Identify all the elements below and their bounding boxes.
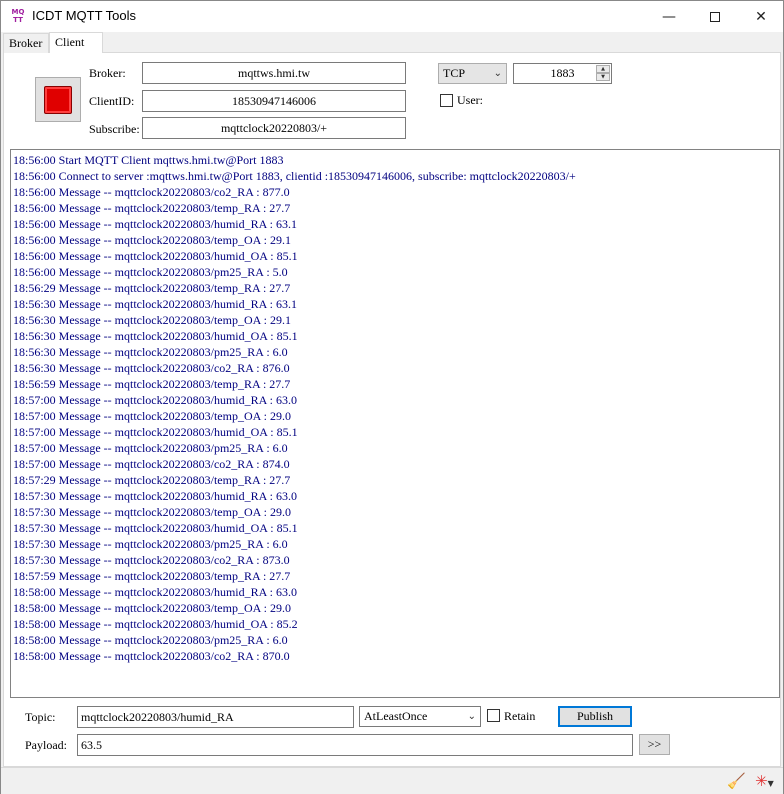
broom-icon[interactable]: 🧹 [727,772,746,790]
log-line: 18:56:00 Message -- mqttclock20220803/co… [13,185,290,199]
app-logo-icon: MQ TT [11,8,25,24]
port-value: 1883 [550,66,575,80]
client-panel: Broker: mqttws.hmi.tw ClientID: 18530947… [3,53,781,767]
log-line: 18:57:30 Message -- mqttclock20220803/co… [13,553,290,567]
log-line: 18:56:30 Message -- mqttclock20220803/co… [13,361,290,375]
close-button[interactable]: ✕ [738,1,784,32]
user-label: User: [457,93,483,107]
spin-up-icon[interactable]: ▲ [596,65,610,73]
minimize-button[interactable]: — [646,1,692,32]
topic-field[interactable]: mqttclock20220803/humid_RA [77,706,354,728]
log-line: 18:56:00 Message -- mqttclock20220803/te… [13,233,291,247]
log-line: 18:58:00 Message -- mqttclock20220803/pm… [13,633,288,647]
retain-checkbox[interactable] [487,709,500,722]
qos-value: AtLeastOnce [364,709,428,723]
chevron-down-icon: ⌄ [493,68,502,79]
log-line: 18:57:00 Message -- mqttclock20220803/hu… [13,393,297,407]
tab-strip: Broker Client [3,32,781,53]
log-line: 18:56:00 Message -- mqttclock20220803/hu… [13,217,297,231]
topic-label: Topic: [25,710,56,724]
log-line: 18:56:00 Start MQTT Client mqttws.hmi.tw… [13,153,284,167]
more-button[interactable]: >> [639,734,670,755]
qos-select[interactable]: AtLeastOnce ⌄ [359,706,481,727]
clientid-label: ClientID: [89,94,135,108]
connect-toggle-button[interactable] [35,77,81,122]
log-line: 18:57:00 Message -- mqttclock20220803/hu… [13,425,298,439]
log-line: 18:58:00 Message -- mqttclock20220803/hu… [13,617,298,631]
log-line: 18:56:30 Message -- mqttclock20220803/te… [13,313,291,327]
port-spin-buttons[interactable]: ▲ ▼ [596,65,610,82]
log-line: 18:57:30 Message -- mqttclock20220803/te… [13,505,291,519]
maximize-button[interactable] [692,1,738,32]
app-window: MQ TT ICDT MQTT Tools — ✕ Broker Client … [0,0,784,794]
status-bar: 🧹 ✳▼ [1,767,783,794]
log-line: 18:56:30 Message -- mqttclock20220803/hu… [13,297,297,311]
log-line: 18:56:00 Message -- mqttclock20220803/te… [13,201,291,215]
log-line: 18:57:30 Message -- mqttclock20220803/pm… [13,537,288,551]
protocol-select[interactable]: TCP ⌄ [438,63,507,84]
tab-client[interactable]: Client [49,32,103,53]
log-line: 18:56:00 Message -- mqttclock20220803/pm… [13,265,288,279]
log-line: 18:58:00 Message -- mqttclock20220803/hu… [13,585,297,599]
spin-down-icon[interactable]: ▼ [596,73,610,81]
settings-star-icon[interactable]: ✳▼ [755,772,774,790]
tab-broker[interactable]: Broker [3,33,49,53]
maximize-icon [710,11,720,22]
user-checkbox[interactable] [440,94,453,107]
clientid-field[interactable]: 18530947146006 [142,90,406,112]
log-line: 18:57:29 Message -- mqttclock20220803/te… [13,473,291,487]
log-line: 18:56:00 Message -- mqttclock20220803/hu… [13,249,298,263]
close-icon: ✕ [755,8,767,25]
minimize-icon: — [662,8,676,25]
port-stepper[interactable]: 1883 ▲ ▼ [513,63,612,84]
log-line: 18:56:00 Connect to server :mqttws.hmi.t… [13,169,576,183]
window-title: ICDT MQTT Tools [32,8,137,23]
stop-icon [44,85,72,114]
log-line: 18:57:00 Message -- mqttclock20220803/pm… [13,441,288,455]
broker-field[interactable]: mqttws.hmi.tw [142,62,406,84]
subscribe-label: Subscribe: [89,122,140,136]
payload-field[interactable]: 63.5 [77,734,633,756]
log-line: 18:56:29 Message -- mqttclock20220803/te… [13,281,291,295]
message-log[interactable]: 18:56:00 Start MQTT Client mqttws.hmi.tw… [10,149,780,698]
publish-button[interactable]: Publish [558,706,632,727]
log-line: 18:56:30 Message -- mqttclock20220803/hu… [13,329,298,343]
log-line: 18:57:00 Message -- mqttclock20220803/co… [13,457,290,471]
retain-label: Retain [504,709,536,723]
log-line: 18:57:59 Message -- mqttclock20220803/te… [13,569,291,583]
log-line: 18:58:00 Message -- mqttclock20220803/co… [13,649,290,663]
protocol-value: TCP [443,66,466,80]
payload-label: Payload: [25,738,67,752]
log-line: 18:57:30 Message -- mqttclock20220803/hu… [13,521,298,535]
title-bar: MQ TT ICDT MQTT Tools — ✕ [1,1,783,32]
broker-label: Broker: [89,66,126,80]
log-line: 18:57:30 Message -- mqttclock20220803/hu… [13,489,297,503]
chevron-down-icon: ⌄ [467,711,476,722]
log-line: 18:56:59 Message -- mqttclock20220803/te… [13,377,291,391]
log-line: 18:56:30 Message -- mqttclock20220803/pm… [13,345,288,359]
log-line: 18:58:00 Message -- mqttclock20220803/te… [13,601,291,615]
log-line: 18:57:00 Message -- mqttclock20220803/te… [13,409,291,423]
subscribe-field[interactable]: mqttclock20220803/+ [142,117,406,139]
